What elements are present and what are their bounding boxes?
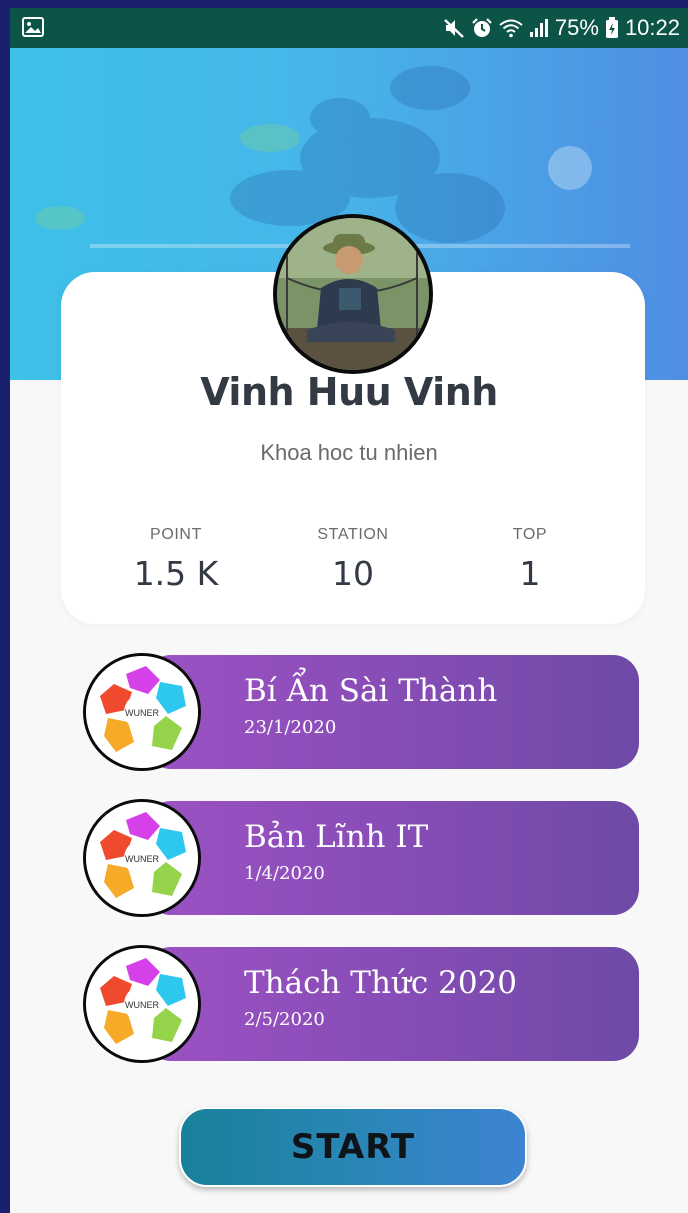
wuner-logo-icon: WUNER: [83, 799, 201, 917]
event-logo-text: WUNER: [125, 854, 159, 864]
stat-label: POINT: [150, 526, 202, 543]
event-logo-text: WUNER: [125, 1000, 159, 1010]
event-card[interactable]: WUNER Bí Ẩn Sài Thành 23/1/2020: [83, 653, 639, 771]
clock-time: 10:22: [624, 15, 680, 40]
app-screen: 75% 10:22 Vinh Huu Vinh Khoa hoc tu nhie…: [10, 8, 688, 1213]
start-button[interactable]: START: [179, 1107, 527, 1187]
alarm-icon: [471, 17, 493, 39]
stat-label: TOP: [512, 526, 548, 543]
event-date: 23/1/2020: [244, 717, 337, 738]
stat-label: STATION: [317, 526, 389, 543]
event-date: 1/4/2020: [244, 863, 325, 884]
battery-icon: [605, 17, 619, 39]
profile-subtitle: Khoa hoc tu nhien: [260, 440, 438, 465]
signal-icon: [529, 18, 549, 38]
event-card[interactable]: WUNER Thách Thức 2020 2/5/2020: [83, 945, 639, 1063]
mute-icon: [443, 17, 465, 39]
avatar[interactable]: [273, 214, 433, 374]
stat-value: 1.5 K: [133, 554, 219, 593]
event-title: Thách Thức 2020: [244, 965, 518, 1001]
event-title: Bí Ẩn Sài Thành: [244, 673, 498, 709]
profile-name: Vinh Huu Vinh: [200, 370, 498, 414]
stat-value: 1: [519, 554, 541, 593]
event-date: 2/5/2020: [244, 1009, 325, 1030]
event-card[interactable]: WUNER Bản Lĩnh IT 1/4/2020: [83, 799, 639, 917]
event-title: Bản Lĩnh IT: [244, 819, 429, 855]
gallery-icon: [22, 17, 44, 37]
battery-level: 75%: [554, 15, 599, 40]
wifi-icon: [499, 18, 523, 38]
stat-point: POINT 1.5 K: [96, 526, 256, 593]
stat-station: STATION 10: [273, 526, 433, 593]
wuner-logo-icon: WUNER: [83, 945, 201, 1063]
event-logo-text: WUNER: [125, 708, 159, 718]
wuner-logo-icon: WUNER: [83, 653, 201, 771]
stat-top: TOP 1: [450, 526, 610, 593]
status-bar: 75% 10:22: [10, 8, 688, 48]
stat-value: 10: [332, 554, 374, 593]
